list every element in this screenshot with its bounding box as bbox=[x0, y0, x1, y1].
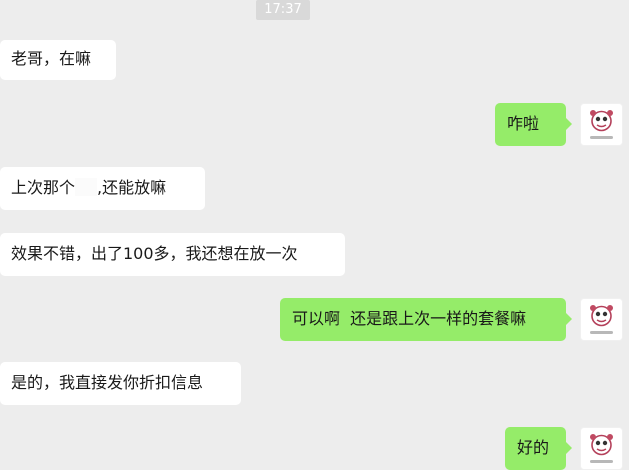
message-text: 效果不错，出了100多，我还想在放一次 bbox=[11, 244, 298, 263]
message-timestamp: 17:37 bbox=[256, 0, 310, 20]
avatar[interactable] bbox=[580, 103, 623, 146]
message-text: 好的 bbox=[517, 438, 550, 457]
message-text-part: 上次那个 bbox=[11, 178, 76, 197]
cartoon-avatar-icon bbox=[590, 305, 613, 334]
masked-text bbox=[75, 178, 98, 196]
message-text: 咋啦 bbox=[507, 114, 540, 133]
sent-message[interactable]: 咋啦 bbox=[495, 103, 572, 146]
received-message[interactable]: 老哥，在嘛 bbox=[0, 40, 116, 80]
message-text: 可以啊 还是跟上次一样的套餐嘛 bbox=[292, 309, 527, 328]
message-text: 是的，我直接发你折扣信息 bbox=[11, 373, 204, 392]
message-text: 老哥，在嘛 bbox=[11, 49, 92, 68]
avatar[interactable] bbox=[580, 298, 623, 341]
sent-message[interactable]: 可以啊 还是跟上次一样的套餐嘛 bbox=[280, 298, 572, 341]
message-text-part: ,还能放嘛 bbox=[97, 178, 167, 197]
received-message[interactable]: 效果不错，出了100多，我还想在放一次 bbox=[0, 233, 345, 276]
cartoon-avatar-icon bbox=[590, 110, 613, 139]
received-message[interactable]: 上次那个 ,还能放嘛 bbox=[0, 167, 205, 210]
received-message[interactable]: 是的，我直接发你折扣信息 bbox=[0, 362, 241, 405]
cartoon-avatar-icon bbox=[590, 434, 613, 463]
